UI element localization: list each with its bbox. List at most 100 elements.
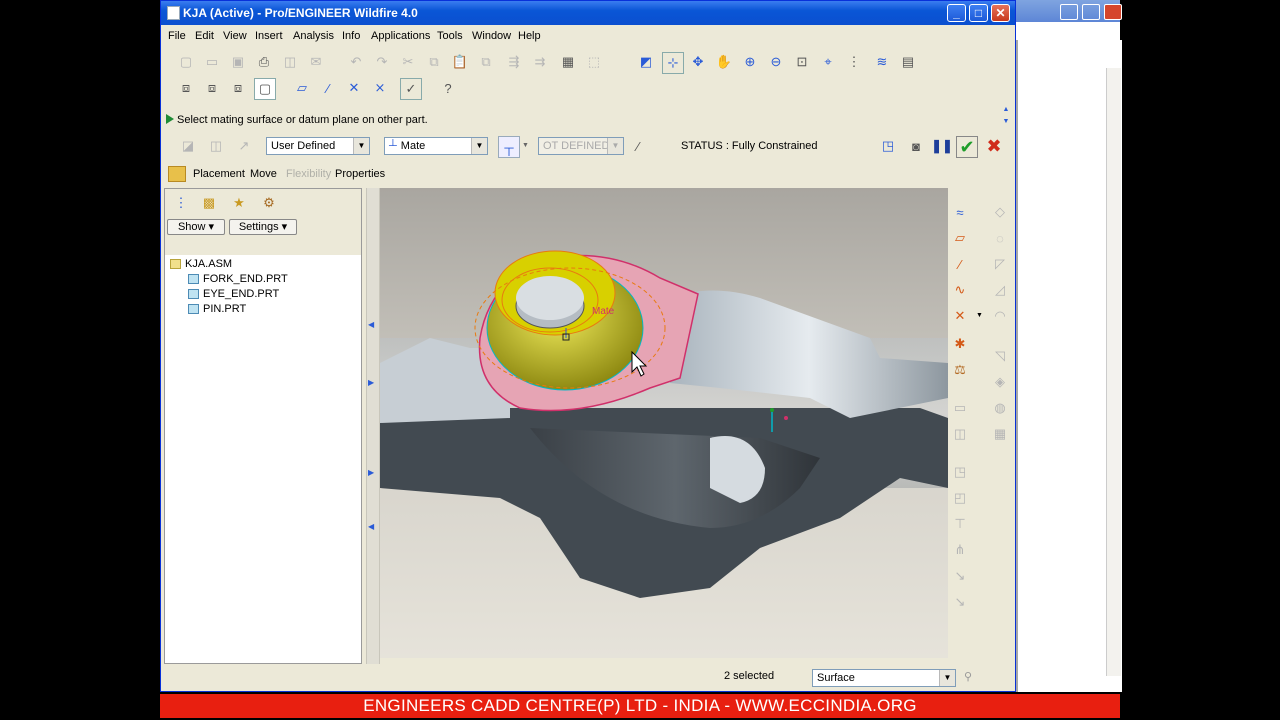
bg-minimize-icon[interactable]	[1060, 4, 1078, 20]
zoom-out-icon[interactable]: ⊖	[766, 52, 786, 72]
extrude-icon[interactable]: ▭	[950, 398, 970, 418]
select-box-icon[interactable]: ⬚	[584, 52, 604, 72]
chevron-down-icon[interactable]: ▼	[976, 312, 983, 319]
paste-special-icon[interactable]: ⧉	[476, 52, 496, 72]
collapse-icon[interactable]: ◀	[368, 320, 374, 329]
view-manager-icon[interactable]: ▤	[898, 52, 918, 72]
coincident-icon[interactable]: ┬	[498, 136, 520, 158]
datum-axes-icon[interactable]: ⁄	[318, 78, 338, 98]
pattern-icon[interactable]: ◈	[990, 372, 1010, 392]
datum-point-icon[interactable]: ✕	[950, 306, 970, 326]
reorient-icon[interactable]: ⌖	[818, 52, 838, 72]
saved-views-icon[interactable]: ⋮	[844, 52, 864, 72]
layers-icon[interactable]: ≋	[872, 52, 892, 72]
tree-root[interactable]: KJA.ASM	[170, 258, 232, 270]
paste-icon[interactable]: 📋	[450, 52, 470, 72]
tree-item[interactable]: EYE_END.PRT	[188, 288, 279, 300]
flip-icon[interactable]: ⁄	[628, 136, 648, 156]
copy-window-icon[interactable]: ◫	[280, 52, 300, 72]
tab-properties[interactable]: Properties	[335, 168, 385, 180]
wireframe-icon[interactable]: ⧈	[176, 78, 196, 98]
folder-browser-icon[interactable]: ▩	[199, 193, 219, 213]
chamfer-icon[interactable]: ◹	[990, 346, 1010, 366]
refit-icon[interactable]: ⊡	[792, 52, 812, 72]
datum-curve-icon[interactable]: ∿	[950, 280, 970, 300]
selection-filter-select[interactable]: Surface ▼	[812, 669, 956, 687]
tab-flexibility[interactable]: Flexibility	[286, 168, 331, 180]
constraint-set-select[interactable]: User Defined ▼	[266, 137, 370, 155]
repaint-icon[interactable]: ◩	[636, 52, 656, 72]
create-component-icon[interactable]: ◰	[950, 488, 970, 508]
pause-icon[interactable]: ❚❚	[931, 136, 953, 156]
context-help-icon[interactable]: ?	[438, 78, 458, 98]
menu-analysis[interactable]: Analysis	[293, 30, 334, 42]
filter-icon[interactable]: ⚲	[964, 670, 972, 683]
use-interface-icon[interactable]: ◪	[178, 136, 198, 156]
datum-planes-icon[interactable]: ▱	[292, 78, 312, 98]
datum-plane-icon[interactable]: ▱	[950, 228, 970, 248]
menu-tools[interactable]: Tools	[437, 30, 463, 42]
new-icon[interactable]: ▢	[176, 52, 196, 72]
print-icon[interactable]: ⎙	[254, 52, 274, 72]
cancel-icon[interactable]: ✖	[984, 136, 1004, 156]
menu-file[interactable]: File	[168, 30, 186, 42]
open-icon[interactable]: ▭	[202, 52, 222, 72]
round-icon[interactable]: ◠	[990, 306, 1010, 326]
assemble-icon[interactable]: ◳	[950, 462, 970, 482]
annotations-icon[interactable]: ✓	[400, 78, 422, 100]
tab-move[interactable]: Move	[250, 168, 277, 180]
orient-mode-icon[interactable]: ✥	[688, 52, 708, 72]
expand-icon[interactable]: ▶	[368, 378, 374, 387]
find-icon[interactable]: ▦	[558, 52, 578, 72]
tab-placement[interactable]: Placement	[193, 168, 245, 180]
edit-set-icon[interactable]: ↗	[234, 136, 254, 156]
menu-edit[interactable]: Edit	[195, 30, 214, 42]
constraint-type-select[interactable]: ┴ Mate ▼	[384, 137, 488, 155]
ok-icon[interactable]: ✔	[956, 136, 978, 158]
graphics-viewport[interactable]: Mate	[380, 188, 948, 658]
revolve-icon[interactable]: ◫	[950, 424, 970, 444]
menu-window[interactable]: Window	[472, 30, 511, 42]
preview-window-icon[interactable]: ◳	[878, 136, 898, 156]
regenerate-icon[interactable]: ⇶	[504, 52, 524, 72]
coord-systems-icon[interactable]: ⨯	[370, 78, 390, 98]
cut-icon[interactable]: ✂	[398, 52, 418, 72]
menu-help[interactable]: Help	[518, 30, 541, 42]
email-icon[interactable]: ✉	[306, 52, 326, 72]
navigator-sash[interactable]: ◀ ▶ ▶ ◀	[366, 188, 380, 664]
warp-icon[interactable]: ↘	[950, 592, 970, 612]
menu-view[interactable]: View	[223, 30, 247, 42]
pan-icon[interactable]: ✋	[714, 52, 734, 72]
copy-icon[interactable]: ⧉	[424, 52, 444, 72]
minimize-button[interactable]: _	[947, 4, 966, 22]
no-hidden-icon[interactable]: ⧈	[228, 78, 248, 98]
settings-button[interactable]: Settings ▾	[229, 219, 297, 235]
trim-icon[interactable]: ⊤	[950, 514, 970, 534]
datum-points-icon[interactable]: ✕	[344, 78, 364, 98]
analysis-icon[interactable]: ⚖	[950, 360, 970, 380]
background-scrollbar[interactable]	[1106, 68, 1121, 676]
shell-icon[interactable]: ◌	[990, 228, 1010, 248]
coordinate-system-icon[interactable]: ✱	[950, 334, 970, 354]
spin-center-icon[interactable]: ⊹	[662, 52, 684, 74]
sketch-icon[interactable]: ≈	[950, 202, 970, 222]
close-button[interactable]: ✕	[991, 4, 1010, 22]
separate-window-icon[interactable]: ◫	[206, 136, 226, 156]
favorites-icon[interactable]: ★	[229, 193, 249, 213]
undo-icon[interactable]: ↶	[346, 52, 366, 72]
shading-icon[interactable]: ▢	[254, 78, 276, 100]
connections-icon[interactable]: ⚙	[259, 193, 279, 213]
grid-icon[interactable]: ▦	[990, 424, 1010, 444]
mirror-icon[interactable]: ◍	[990, 398, 1010, 418]
bg-close-icon[interactable]	[1104, 4, 1122, 20]
tree-item[interactable]: PIN.PRT	[188, 303, 246, 315]
tree-item[interactable]: FORK_END.PRT	[188, 273, 288, 285]
datum-axis-icon[interactable]: ⁄	[950, 254, 970, 274]
redo-icon[interactable]: ↷	[372, 52, 392, 72]
cut-out-icon[interactable]: ↘	[950, 566, 970, 586]
expand-icon[interactable]: ▶	[368, 468, 374, 477]
menu-applications[interactable]: Applications	[371, 30, 430, 42]
rib-icon[interactable]: ◸	[990, 254, 1010, 274]
merge-icon[interactable]: ⋔	[950, 540, 970, 560]
show-button[interactable]: Show ▾	[167, 219, 225, 235]
